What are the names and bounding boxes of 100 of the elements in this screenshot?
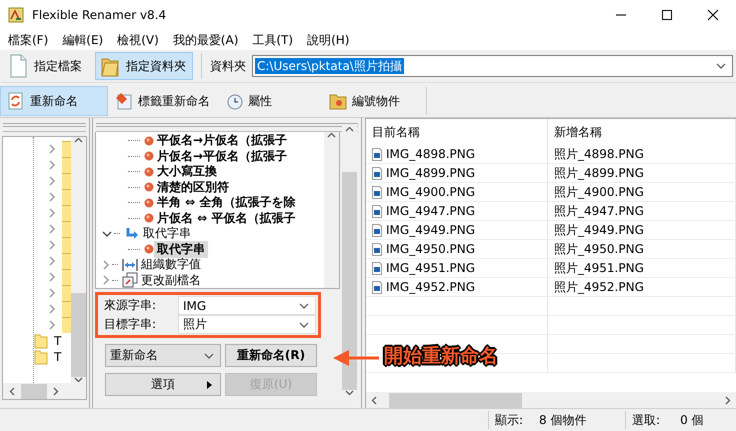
mode-tab[interactable]: 重新命名 (0, 86, 108, 116)
scroll-left-icon (9, 386, 15, 396)
close-icon (707, 9, 719, 21)
table-cell: IMG_4951.PNG (366, 259, 548, 277)
mode-tab[interactable]: 編號物件 (322, 86, 426, 116)
tree-item[interactable]: T (54, 334, 62, 348)
chevron-right-icon[interactable] (102, 260, 110, 270)
scroll-down-icon (74, 377, 83, 383)
tree-group-item[interactable]: 更改副檔名 (138, 272, 204, 288)
tree-group-item[interactable]: 取代字串 (140, 225, 194, 242)
folder-icon (62, 269, 71, 285)
status-value: 8 個物件 (538, 412, 588, 428)
menu-item[interactable]: 說明(H) (301, 32, 358, 48)
vertical-scrollbar[interactable] (324, 132, 339, 288)
table-cell: 照片_4900.PNG (548, 183, 736, 201)
image-file-icon (372, 280, 382, 294)
table-cell: 照片_4951.PNG (548, 259, 736, 277)
rename-button[interactable]: 重新命名(R) (225, 344, 317, 367)
folder-icon (62, 237, 71, 253)
scroll-up-icon (74, 137, 83, 143)
folder-icon (62, 189, 71, 205)
table-cell: IMG_4952.PNG (366, 278, 548, 296)
vertical-scrollbar[interactable] (71, 137, 86, 383)
dropdown-caret-icon (299, 302, 309, 310)
menu-item[interactable]: 我的最愛(A) (166, 32, 246, 48)
annotation-label: 開始重新命名 (384, 344, 498, 369)
tree-rule-item[interactable]: 取代字串 (154, 240, 208, 258)
menu-item[interactable]: 工具(T) (246, 32, 302, 48)
combo-field[interactable]: 照片 (178, 315, 316, 334)
window-title: Flexible Renamer v8.4 (32, 8, 166, 22)
folder-icon (62, 157, 71, 173)
mode-dropdown[interactable]: 重新命名 (105, 344, 221, 367)
dropdown-caret-icon (716, 62, 726, 70)
image-file-icon (372, 204, 382, 218)
double-arrow-icon (122, 256, 138, 273)
image-file-icon (372, 166, 382, 180)
horizontal-scrollbar[interactable] (2, 383, 87, 400)
folder-icon (62, 221, 71, 237)
arrow-left-icon (333, 350, 379, 366)
vertical-scrollbar[interactable] (342, 126, 357, 396)
toolbar-button[interactable]: 指定檔案 (3, 52, 89, 80)
status-value: 0 個 (679, 412, 704, 428)
bullet-icon (144, 166, 154, 177)
folder-icon (34, 349, 48, 365)
status-label: 選取: (631, 412, 662, 428)
tree-rule-item[interactable]: 大小寫互換 (154, 163, 220, 180)
table-cell: 照片_4949.PNG (548, 221, 736, 239)
mode-tab[interactable]: 屬性 (218, 86, 322, 116)
bent-arrow-icon (124, 226, 140, 242)
folder-icon (34, 333, 48, 349)
maximize-icon (661, 9, 673, 21)
tree-rule-item[interactable]: 片仮名→平仮名（拡張子 (154, 148, 290, 165)
bullet-icon (144, 136, 154, 146)
dropdown-caret-icon (204, 352, 214, 360)
tree-rule-item[interactable]: 平仮名→片仮名（拡張子 (154, 133, 290, 150)
field-label: 目標字串: (103, 316, 158, 333)
table-cell: 照片_4947.PNG (548, 202, 736, 220)
table-cell: IMG_4949.PNG (366, 221, 548, 239)
menu-item[interactable]: 編輯(E) (56, 32, 112, 48)
table-cell: 照片_4952.PNG (548, 278, 736, 296)
chevron-right-icon[interactable] (102, 275, 110, 286)
folder-icon (329, 92, 347, 110)
combo-field[interactable]: IMG (178, 296, 316, 315)
table-cell: 照片_4950.PNG (548, 240, 736, 258)
menu-item[interactable]: 檢視(V) (111, 32, 167, 48)
toolbar-button[interactable]: 指定資料夾 (95, 52, 193, 80)
status-label: 顯示: (494, 412, 524, 428)
column-header[interactable]: 目前名稱 (366, 119, 548, 145)
tag-icon (115, 92, 133, 110)
refresh-icon (7, 92, 25, 110)
table-cell: IMG_4900.PNG (366, 183, 548, 201)
bullet-icon (144, 244, 154, 254)
horizontal-scrollbar[interactable] (366, 392, 736, 408)
table-cell: IMG_4947.PNG (366, 202, 548, 220)
tree-item[interactable]: T (54, 350, 62, 364)
app-icon (8, 7, 24, 23)
menu-item[interactable]: 檔案(F) (2, 32, 56, 48)
tree-rule-item[interactable]: 半角 ⇔ 全角（拡張子を除 (154, 194, 298, 212)
bullet-icon (144, 213, 154, 224)
triangle-right-icon (207, 380, 212, 388)
tree-rule-item[interactable]: 清楚的区別符 (154, 178, 232, 196)
bullet-icon (144, 198, 154, 208)
table-cell: IMG_4899.PNG (366, 164, 548, 182)
mode-tab[interactable]: 標籤重新命名 (108, 86, 218, 116)
image-file-icon (372, 148, 382, 160)
scroll-left-icon (371, 396, 377, 404)
table-cell: 照片_4898.PNG (548, 145, 736, 163)
tree-rule-item[interactable]: 片仮名 ⇔ 平仮名（拡張子 (154, 210, 298, 227)
folder-icon (62, 285, 71, 301)
folder-icon (62, 205, 71, 221)
folder-path-field[interactable]: C:\Users\pktata\照片拍攝 (252, 55, 733, 77)
tree-group-item[interactable]: 組織數字值 (138, 256, 204, 274)
options-button[interactable]: 選項 (105, 373, 221, 396)
scroll-right-icon (725, 396, 731, 404)
clock-icon (225, 92, 243, 110)
bullet-icon (144, 182, 154, 192)
document-icon (8, 54, 28, 78)
dropdown-caret-icon (299, 320, 309, 328)
column-header[interactable]: 新增名稱 (548, 119, 736, 145)
chevron-down-icon[interactable] (102, 230, 112, 238)
